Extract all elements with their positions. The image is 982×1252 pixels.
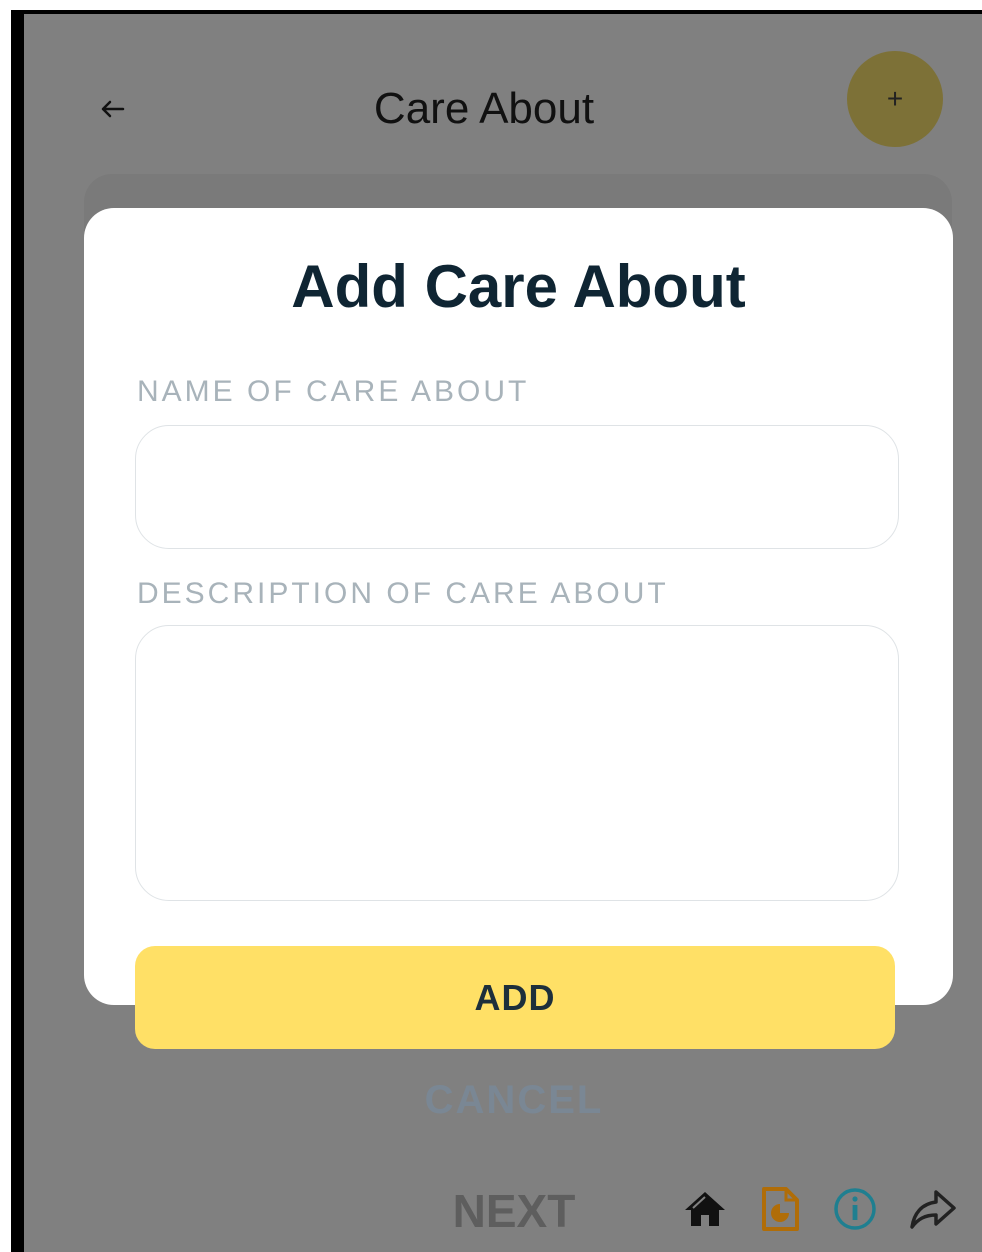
app-screen: Care About + Add Care About NAME OF CARE… bbox=[11, 10, 982, 1252]
document-icon[interactable] bbox=[755, 1184, 805, 1234]
add-button[interactable]: ADD bbox=[135, 946, 895, 1049]
dialog-title: Add Care About bbox=[291, 253, 746, 320]
share-icon[interactable] bbox=[908, 1184, 958, 1234]
add-fab-button[interactable]: + bbox=[847, 51, 943, 147]
home-icon[interactable] bbox=[680, 1184, 730, 1234]
name-field-label: NAME OF CARE ABOUT bbox=[137, 375, 530, 408]
back-arrow-icon[interactable] bbox=[95, 92, 129, 126]
cancel-button[interactable]: CANCEL bbox=[354, 1078, 674, 1123]
page-title: Care About bbox=[373, 84, 595, 133]
description-textarea[interactable] bbox=[135, 625, 899, 901]
plus-icon: + bbox=[886, 83, 904, 114]
next-button[interactable]: NEXT bbox=[424, 1184, 604, 1238]
add-care-about-dialog: Add Care About NAME OF CARE ABOUT DESCRI… bbox=[84, 208, 953, 1005]
description-field-label: DESCRIPTION OF CARE ABOUT bbox=[137, 577, 669, 610]
name-input[interactable] bbox=[135, 425, 899, 549]
info-icon[interactable] bbox=[830, 1184, 880, 1234]
